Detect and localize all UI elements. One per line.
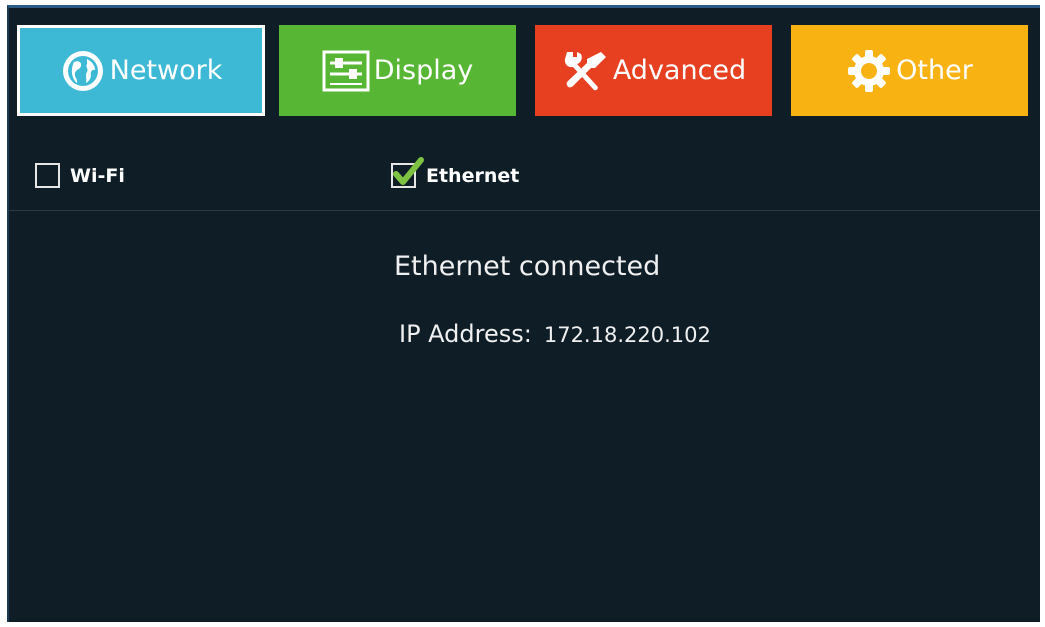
ethernet-label: Ethernet bbox=[426, 164, 520, 187]
ethernet-option[interactable]: Ethernet bbox=[391, 157, 520, 188]
tab-advanced[interactable]: Advanced bbox=[535, 25, 772, 116]
wrench-screwdriver-icon bbox=[561, 48, 609, 94]
ip-address-row: IP Address: 172.18.220.102 bbox=[399, 320, 711, 348]
ip-address-label: IP Address: bbox=[399, 320, 532, 348]
connection-status: Ethernet connected bbox=[394, 251, 661, 282]
tab-network[interactable]: Network bbox=[17, 25, 265, 116]
wifi-checkbox[interactable] bbox=[35, 163, 60, 188]
ip-address-value: 172.18.220.102 bbox=[543, 323, 711, 347]
wifi-label: Wi-Fi bbox=[70, 164, 125, 187]
sliders-icon bbox=[322, 50, 370, 92]
checkmark-icon bbox=[393, 157, 424, 185]
tab-display-label: Display bbox=[373, 55, 474, 86]
ethernet-checkbox[interactable] bbox=[391, 157, 424, 188]
globe-icon bbox=[60, 48, 106, 94]
tab-network-label: Network bbox=[109, 55, 223, 86]
divider bbox=[9, 210, 1040, 211]
tab-display[interactable]: Display bbox=[279, 25, 516, 116]
tab-other-label: Other bbox=[896, 55, 973, 86]
settings-screen: Network Display Advanced Other Wi-Fi Eth… bbox=[7, 5, 1040, 622]
tab-advanced-label: Advanced bbox=[612, 55, 747, 86]
wifi-option[interactable]: Wi-Fi bbox=[35, 163, 125, 188]
tab-other[interactable]: Other bbox=[791, 25, 1028, 116]
gear-icon bbox=[846, 48, 892, 94]
